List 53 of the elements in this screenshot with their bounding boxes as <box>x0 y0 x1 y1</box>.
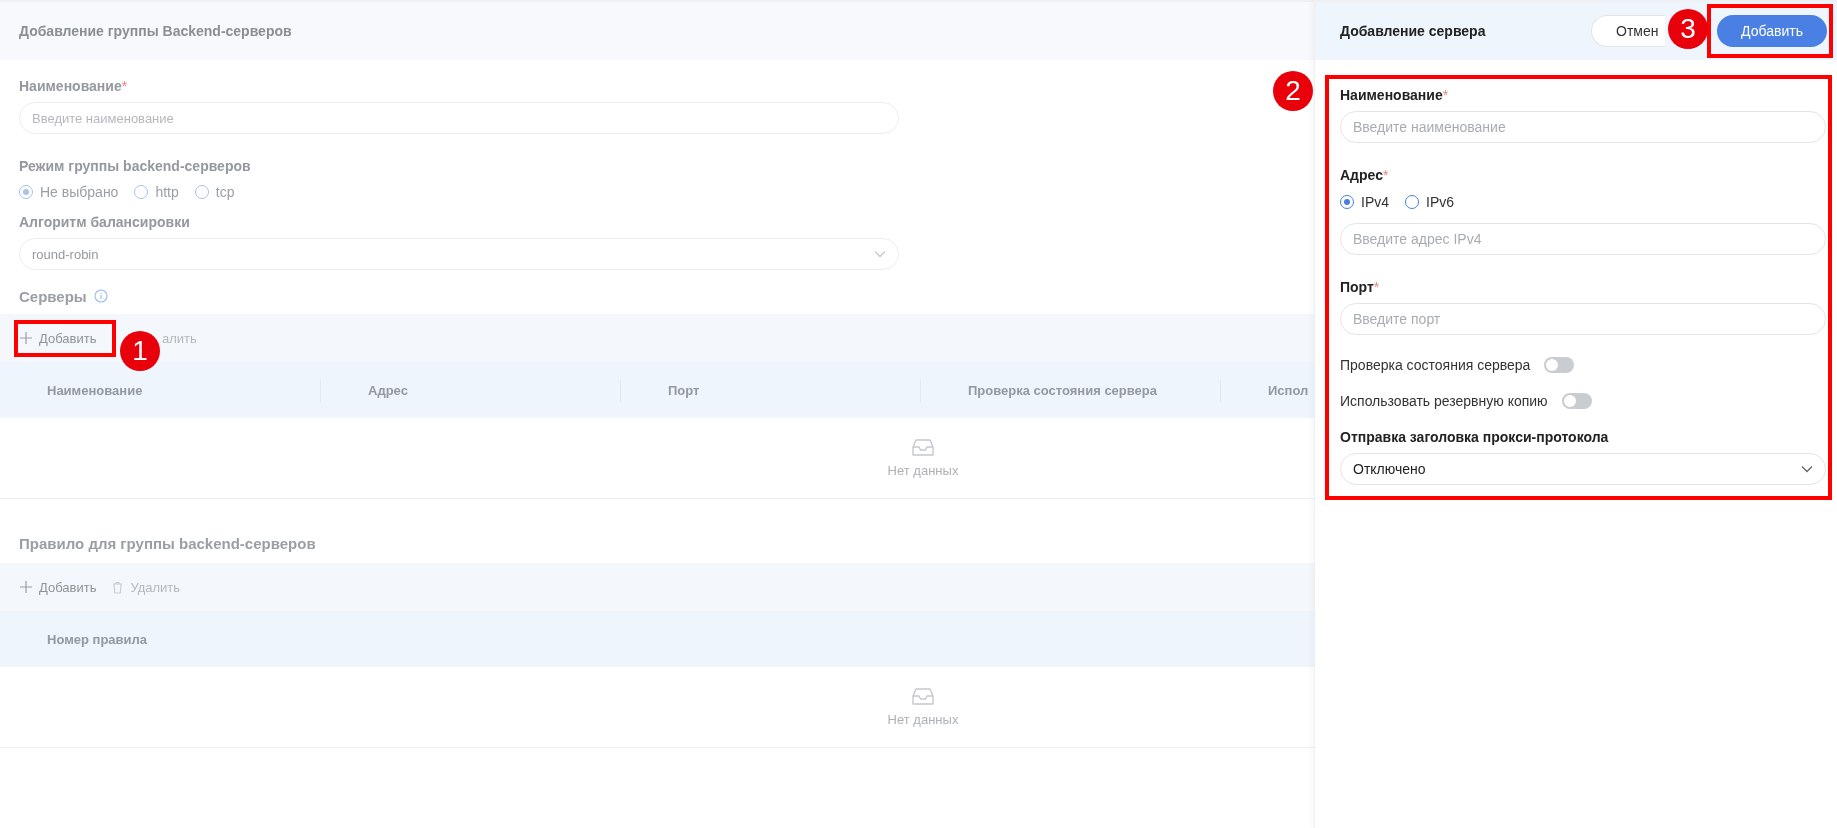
required-mark: * <box>1442 87 1449 103</box>
section-title: Правило для группы backend-серверов <box>19 534 316 552</box>
page-title: Добавление группы Backend-серверов <box>19 23 292 39</box>
submit-button[interactable]: Добавить <box>1717 15 1827 47</box>
cancel-button[interactable]: Отмен <box>1591 15 1665 47</box>
add-button[interactable]: Добавить <box>20 330 97 346</box>
section-title: Серверы <box>19 287 87 305</box>
field-label: Наименование <box>1340 87 1443 103</box>
column-header: Испол <box>1268 382 1309 398</box>
inbox-icon <box>911 687 935 707</box>
radio-option[interactable]: Не выбрано <box>19 184 119 200</box>
toggle-label: Проверка состояния сервера <box>1340 357 1531 373</box>
radio-option[interactable]: http <box>134 184 179 200</box>
toggle-label: Использовать резервную копию <box>1340 393 1548 409</box>
delete-button[interactable]: Удалить <box>112 579 181 595</box>
field-label: Порт <box>1340 279 1374 295</box>
name-input[interactable]: Введите наименование <box>1340 111 1826 143</box>
radio-option[interactable]: IPv6 <box>1405 194 1455 210</box>
plus-icon <box>20 581 32 593</box>
column-header: Проверка состояния сервера <box>968 382 1157 398</box>
step-badge: 2 <box>1273 71 1313 111</box>
field-label: Отправка заголовка прокси-протокола <box>1340 429 1609 445</box>
info-icon <box>93 289 108 303</box>
name-input[interactable]: Введите наименование <box>19 102 899 134</box>
add-button[interactable]: Добавить <box>20 579 97 595</box>
field-label: Алгоритм балансировки <box>19 214 190 230</box>
radio-option[interactable]: IPv4 <box>1340 194 1389 210</box>
toggle-switch[interactable] <box>1561 393 1592 409</box>
plus-icon <box>20 332 32 344</box>
column-header: Порт <box>668 382 700 398</box>
port-input[interactable]: Введите порт <box>1340 303 1826 335</box>
radio-option[interactable]: tcp <box>194 184 235 200</box>
required-mark: * <box>1382 167 1389 183</box>
trash-icon <box>112 580 124 594</box>
proxy-select[interactable]: Отключено <box>1340 453 1826 485</box>
address-input[interactable]: Введите адрес IPv4 <box>1340 223 1826 255</box>
field-label: Режим группы backend-серверов <box>19 158 251 174</box>
chevron-icon <box>1801 465 1813 473</box>
column-header: Адрес <box>368 382 408 398</box>
empty-text: Нет данных <box>887 712 959 727</box>
required-mark: * <box>1373 279 1380 295</box>
field-label: Наименование <box>19 78 122 94</box>
algorithm-select[interactable]: round-robin <box>19 238 899 270</box>
inbox-icon <box>911 438 935 458</box>
column-header: Номер правила <box>47 631 148 647</box>
delete-button[interactable]: алить <box>162 330 197 346</box>
chevron-icon <box>874 250 886 258</box>
toggle-switch[interactable] <box>1544 357 1575 373</box>
drawer-title: Добавление сервера <box>1340 23 1486 39</box>
column-header: Наименование <box>47 382 143 398</box>
required-mark: * <box>121 78 128 94</box>
empty-text: Нет данных <box>887 463 959 478</box>
field-label: Адрес <box>1340 167 1383 183</box>
